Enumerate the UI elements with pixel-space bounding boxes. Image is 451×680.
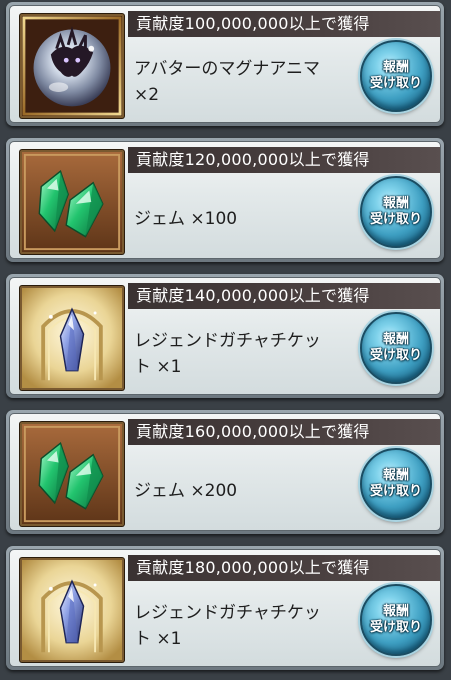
claim-button-label: 受け取り (369, 348, 422, 363)
reward-card: 貢献度120,000,000以上で獲得 ジェム ×100 報酬 受け取り (6, 138, 444, 262)
claim-reward-button[interactable]: 報酬 受け取り (360, 584, 432, 656)
reward-item-quantity: ト ×1 (134, 357, 182, 377)
reward-condition: 貢献度140,000,000以上で獲得 (128, 283, 440, 309)
legend-ticket-icon (20, 558, 124, 662)
reward-item: レジェンドガチャチケッ ト ×1 (134, 600, 349, 652)
reward-card-body: 貢献度140,000,000以上で獲得 レジェンドガチャチケッ ト ×1 報酬 … (9, 277, 441, 395)
reward-item-quantity: ト ×1 (134, 629, 182, 649)
gem-icon (20, 150, 124, 254)
reward-card: 貢献度160,000,000以上で獲得 ジェム ×200 報酬 受け取り (6, 410, 444, 534)
reward-condition: 貢献度120,000,000以上で獲得 (128, 147, 440, 173)
reward-item-name: レジェンドガチャチケッ (134, 603, 321, 623)
claim-button-label: 報酬 (382, 60, 409, 75)
claim-reward-button[interactable]: 報酬 受け取り (360, 176, 432, 248)
reward-card: 貢献度100,000,000以上で獲得 アバターのマグナアニマ ×2 報酬 受け… (6, 2, 444, 126)
claim-button-label: 受け取り (369, 76, 422, 91)
claim-button-label: 受け取り (369, 484, 422, 499)
gem-icon (20, 422, 124, 526)
reward-condition: 貢献度100,000,000以上で獲得 (128, 11, 440, 37)
claim-reward-button[interactable]: 報酬 受け取り (360, 312, 432, 384)
claim-button-label: 受け取り (369, 620, 422, 635)
claim-reward-button[interactable]: 報酬 受け取り (360, 448, 432, 520)
reward-card: 貢献度140,000,000以上で獲得 レジェンドガチャチケッ ト ×1 報酬 … (6, 274, 444, 398)
reward-card-body: 貢献度180,000,000以上で獲得 レジェンドガチャチケッ ト ×1 報酬 … (9, 549, 441, 667)
reward-item-name: ジェム ×100 (134, 209, 238, 229)
reward-condition: 貢献度180,000,000以上で獲得 (128, 555, 440, 581)
reward-card-body: 貢献度100,000,000以上で獲得 アバターのマグナアニマ ×2 報酬 受け… (9, 5, 441, 123)
claim-button-label: 報酬 (382, 604, 409, 619)
magna-anima-icon (20, 14, 124, 118)
reward-item-name: アバターのマグナアニマ (134, 59, 320, 79)
reward-item: レジェンドガチャチケッ ト ×1 (134, 328, 349, 380)
claim-reward-button[interactable]: 報酬 受け取り (360, 40, 432, 112)
reward-item: ジェム ×200 (134, 478, 349, 504)
claim-button-label: 報酬 (382, 196, 409, 211)
reward-item: アバターのマグナアニマ ×2 (134, 56, 349, 108)
reward-item-name: ジェム ×200 (134, 481, 238, 501)
reward-condition: 貢献度160,000,000以上で獲得 (128, 419, 440, 445)
legend-ticket-icon (20, 286, 124, 390)
reward-item-quantity: ×2 (134, 85, 160, 105)
reward-card-body: 貢献度120,000,000以上で獲得 ジェム ×100 報酬 受け取り (9, 141, 441, 259)
reward-card: 貢献度180,000,000以上で獲得 レジェンドガチャチケッ ト ×1 報酬 … (6, 546, 444, 670)
reward-card-body: 貢献度160,000,000以上で獲得 ジェム ×200 報酬 受け取り (9, 413, 441, 531)
claim-button-label: 報酬 (382, 332, 409, 347)
reward-list: 貢献度100,000,000以上で獲得 アバターのマグナアニマ ×2 報酬 受け… (0, 0, 451, 680)
reward-item-name: レジェンドガチャチケッ (134, 331, 321, 351)
claim-button-label: 受け取り (369, 212, 422, 227)
claim-button-label: 報酬 (382, 468, 409, 483)
reward-item: ジェム ×100 (134, 206, 349, 232)
